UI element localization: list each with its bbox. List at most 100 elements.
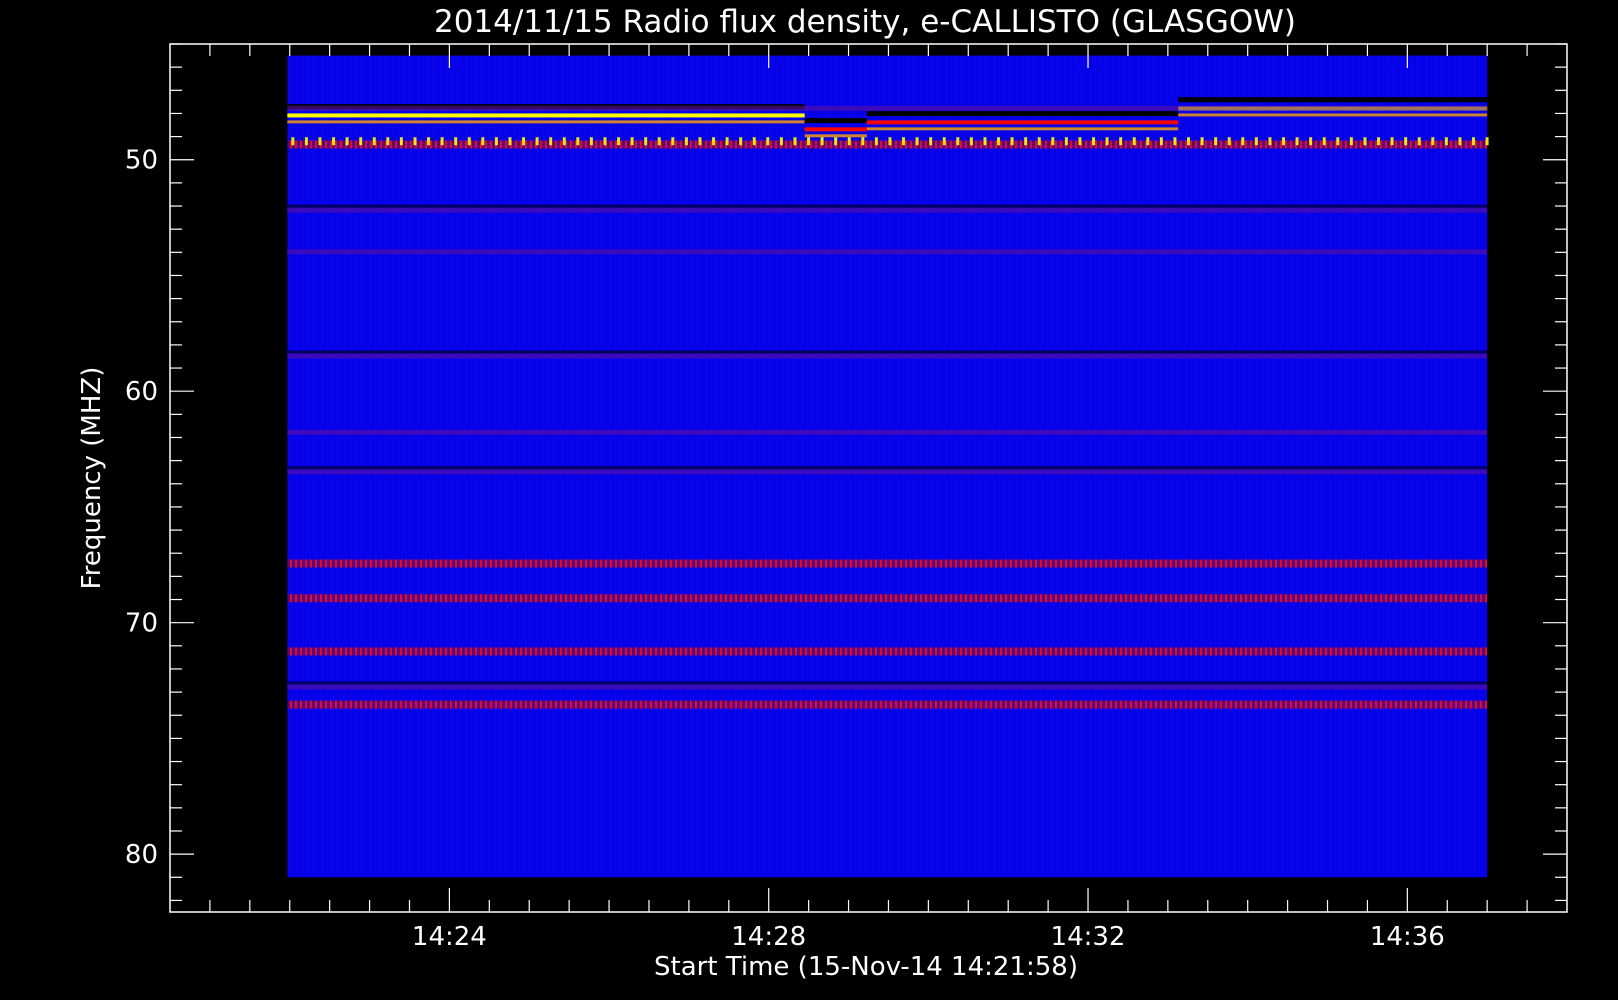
rfi-marker [1146, 137, 1150, 146]
rfi-marker [1472, 137, 1476, 146]
rfi-marker [304, 137, 308, 146]
x-tick-label: 14:24 [412, 922, 487, 952]
rfi-marker [291, 137, 295, 146]
rfi-marker [562, 137, 566, 146]
rfi-marker [386, 137, 390, 146]
rfi-marker [1037, 137, 1041, 146]
y-tick-label: 70 [125, 609, 158, 639]
rfi-marker [671, 137, 675, 146]
rfi-marker [1309, 137, 1313, 146]
y-tick-label: 80 [125, 840, 158, 870]
rfi-marker [969, 137, 973, 146]
rfi-marker [847, 137, 851, 146]
x-tick-label: 14:28 [731, 922, 806, 952]
rfi-marker [725, 137, 729, 146]
rfi-marker [942, 137, 946, 146]
dark-band [287, 681, 1488, 685]
rfi-marker [1010, 137, 1014, 146]
interference-line [804, 127, 867, 132]
rfi-marker [589, 137, 593, 146]
rfi-marker [1173, 137, 1177, 146]
rfi-marker [915, 137, 919, 146]
rfi-marker [684, 137, 688, 146]
rfi-marker [508, 137, 512, 146]
x-axis-label: Start Time (15-Nov-14 14:21:58) [654, 952, 1078, 982]
rfi-marker [1051, 137, 1055, 146]
rfi-marker [1092, 137, 1096, 146]
rfi-marker [1363, 137, 1367, 146]
rfi-marker [1444, 137, 1448, 146]
frequency-band [287, 353, 1488, 359]
rfi-marker [1241, 137, 1245, 146]
segment-gap-band [866, 111, 1179, 117]
frequency-band [287, 700, 1488, 709]
rfi-marker [834, 137, 838, 146]
rfi-marker [332, 137, 336, 146]
rfi-marker [1254, 137, 1258, 146]
y-axis-label: Frequency (MHZ) [77, 367, 107, 590]
rfi-marker [902, 137, 906, 146]
rfi-marker [1336, 137, 1340, 146]
interference-line [866, 120, 1179, 125]
frequency-band [287, 647, 1488, 656]
rfi-marker [1349, 137, 1353, 146]
rfi-marker [861, 137, 865, 146]
rfi-marker [657, 137, 661, 146]
rfi-marker [1485, 137, 1489, 146]
rfi-marker [359, 137, 363, 146]
y-tick-label: 60 [125, 377, 158, 407]
rfi-marker [1268, 137, 1272, 146]
rfi-marker [874, 137, 878, 146]
rfi-marker [467, 137, 471, 146]
rfi-marker [454, 137, 458, 146]
rfi-marker [494, 137, 498, 146]
dark-band [287, 204, 1488, 208]
interference-line-glow [287, 120, 805, 124]
rfi-marker [481, 137, 485, 146]
rfi-marker [1227, 137, 1231, 146]
rfi-marker [1187, 137, 1191, 146]
rfi-marker [1132, 137, 1136, 146]
chart-title: 2014/11/15 Radio flux density, e-CALLIST… [434, 4, 1296, 40]
rfi-marker [603, 137, 607, 146]
x-tick-label: 14:36 [1370, 922, 1445, 952]
rfi-marker [1078, 137, 1082, 146]
rfi-marker [1377, 137, 1381, 146]
rfi-marker [752, 137, 756, 146]
dark-band [287, 350, 1488, 354]
rfi-marker [997, 137, 1001, 146]
rfi-marker [1119, 137, 1123, 146]
rfi-marker [929, 137, 933, 146]
y-tick-label: 50 [125, 146, 158, 176]
rfi-marker [698, 137, 702, 146]
interference-line-glow [1178, 113, 1488, 117]
frequency-band [287, 249, 1488, 255]
rfi-marker [888, 137, 892, 146]
rfi-marker [617, 137, 621, 146]
frequency-band [287, 140, 1488, 149]
rfi-marker [1282, 137, 1286, 146]
interference-line-glow [866, 127, 1179, 131]
frequency-band [287, 469, 1488, 475]
spectrogram-chart: 2014/11/15 Radio flux density, e-CALLIST… [77, 4, 1568, 982]
rfi-marker [576, 137, 580, 146]
rfi-marker [956, 137, 960, 146]
frequency-band [287, 559, 1488, 568]
rfi-marker [739, 137, 743, 146]
frequency-band [287, 684, 1488, 690]
rfi-marker [820, 137, 824, 146]
interference-line-glow [804, 134, 867, 138]
rfi-marker [440, 137, 444, 146]
rfi-marker [1064, 137, 1068, 146]
interference-line [287, 113, 805, 118]
rfi-marker [1404, 137, 1408, 146]
frequency-band [287, 207, 1488, 213]
rfi-marker [535, 137, 539, 146]
rfi-marker [779, 137, 783, 146]
rfi-marker [1024, 137, 1028, 146]
spectrogram-image [287, 55, 1489, 878]
rfi-marker [399, 137, 403, 146]
rfi-marker [766, 137, 770, 146]
segment-gap-band [1178, 97, 1488, 103]
rfi-marker [1295, 137, 1299, 146]
